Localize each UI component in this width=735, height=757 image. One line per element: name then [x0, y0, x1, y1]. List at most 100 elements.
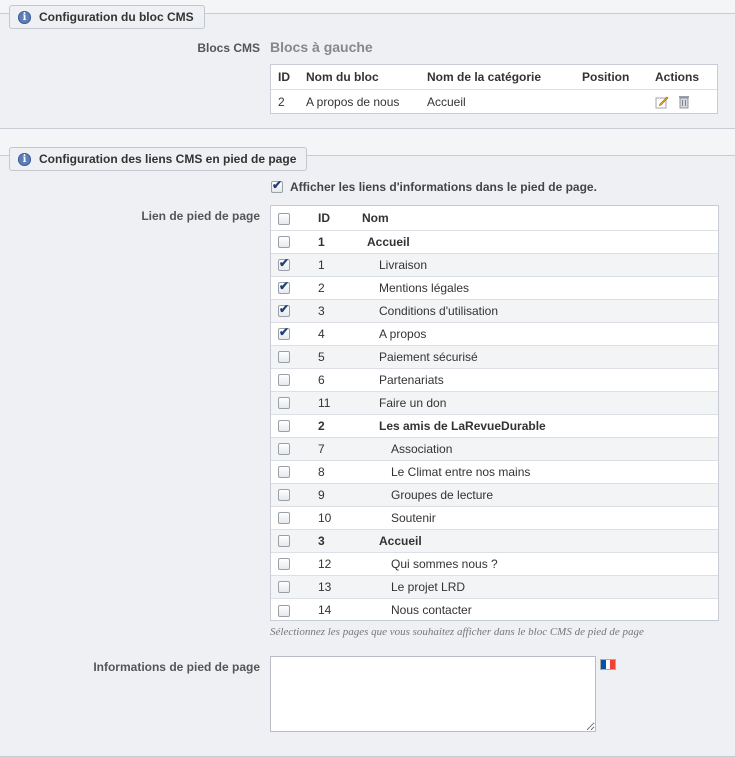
row-checkbox[interactable] — [278, 581, 290, 594]
row-id: 8 — [318, 459, 362, 483]
col-position: Position — [582, 70, 630, 84]
row-position — [582, 90, 655, 115]
row-checkbox[interactable] — [278, 397, 290, 410]
col-id: ID — [278, 70, 290, 84]
row-id: 7 — [318, 436, 362, 460]
col-block-name: Nom du bloc — [306, 70, 379, 84]
row-name: Soutenir — [362, 505, 718, 529]
table-row: 1 Accueil — [271, 229, 718, 253]
row-checkbox[interactable] — [278, 489, 290, 502]
table-row: 3 Accueil — [271, 528, 718, 552]
table-header-row: ID Nom — [271, 206, 718, 230]
row-checkbox-cell — [271, 413, 318, 437]
row-id: 14 — [318, 597, 362, 620]
row-name: Nous contacter — [362, 597, 718, 620]
blocs-gauche-heading: Blocs à gauche — [270, 39, 373, 55]
delete-icon[interactable] — [678, 95, 692, 109]
row-checkbox-cell — [271, 367, 318, 391]
table-row: 13 Le projet LRD — [271, 574, 718, 598]
row-id: 1 — [318, 252, 362, 276]
table-row: 10 Soutenir — [271, 505, 718, 529]
row-checkbox-cell — [271, 252, 318, 276]
blocs-cms-label: Blocs CMS — [197, 41, 260, 55]
footer-info-textarea[interactable] — [270, 656, 596, 732]
row-name: Qui sommes nous ? — [362, 551, 718, 575]
info-icon: i — [18, 10, 31, 24]
row-actions — [655, 90, 717, 115]
row-name: Partenariats — [362, 367, 718, 391]
row-checkbox[interactable] — [278, 558, 290, 571]
flag-stripe-red — [610, 660, 616, 669]
col-category-name: Nom de la catégorie — [427, 70, 542, 84]
table-row: 3Conditions d'utilisation — [271, 298, 718, 322]
row-id: 10 — [318, 505, 362, 529]
row-id: 2 — [318, 413, 362, 437]
row-checkbox-cell — [271, 436, 318, 460]
row-checkbox-cell — [271, 459, 318, 483]
edit-icon[interactable] — [655, 95, 669, 109]
language-flag-icon[interactable] — [600, 659, 616, 670]
footer-links-table: ID Nom 1Accueil1Livraison2Mentions légal… — [270, 205, 719, 621]
row-checkbox-cell — [271, 528, 318, 552]
table-row: 2Mentions légales — [271, 275, 718, 299]
section-title: Configuration des liens CMS en pied de p… — [39, 152, 297, 166]
row-checkbox[interactable] — [278, 466, 290, 479]
table-header-row: ID Nom du bloc Nom de la catégorie Posit… — [271, 65, 717, 90]
footer-link-label: Lien de pied de page — [141, 209, 260, 223]
row-checkbox[interactable] — [278, 236, 290, 249]
row-id: 9 — [318, 482, 362, 506]
row-checkbox[interactable] — [278, 604, 290, 617]
row-name: Groupes de lecture — [362, 482, 718, 506]
row-name: Les amis de LaRevueDurable — [362, 413, 718, 437]
cms-block-config-section: i Configuration du bloc CMS Blocs CMS Bl… — [0, 5, 735, 129]
row-checkbox[interactable] — [278, 512, 290, 525]
row-name: Le projet LRD — [362, 574, 718, 598]
row-checkbox[interactable] — [278, 256, 290, 272]
row-id: 13 — [318, 574, 362, 598]
row-checkbox-cell — [271, 390, 318, 414]
row-category: Accueil — [427, 95, 466, 109]
row-checkbox-cell — [271, 574, 318, 598]
show-links-option[interactable]: Afficher les liens d'informations dans l… — [271, 178, 597, 194]
row-id: 5 — [318, 344, 362, 368]
row-id: 2 — [278, 95, 285, 109]
row-name: A propos — [362, 321, 718, 345]
row-id: 11 — [318, 390, 362, 414]
row-checkbox-cell — [271, 482, 318, 506]
footer-info-label: Informations de pied de page — [93, 660, 260, 674]
cms-block-config-legend: i Configuration du bloc CMS — [9, 5, 205, 29]
row-checkbox-cell — [271, 505, 318, 529]
cms-block-table: ID Nom du bloc Nom de la catégorie Posit… — [270, 64, 718, 114]
row-checkbox[interactable] — [278, 535, 290, 548]
row-id: 1 — [318, 229, 362, 253]
row-checkbox[interactable] — [278, 420, 290, 433]
row-id: 2 — [318, 275, 362, 299]
row-checkbox[interactable] — [278, 279, 290, 295]
row-checkbox[interactable] — [278, 443, 290, 456]
row-name: Association — [362, 436, 718, 460]
table-row: 9 Groupes de lecture — [271, 482, 718, 506]
row-checkbox[interactable] — [278, 325, 290, 341]
table-row: 14 Nous contacter — [271, 597, 718, 620]
row-name: Faire un don — [362, 390, 718, 414]
row-checkbox-cell — [271, 321, 318, 345]
row-checkbox-cell — [271, 275, 318, 299]
row-checkbox-cell — [271, 597, 318, 620]
cms-footer-links-section: i Configuration des liens CMS en pied de… — [0, 147, 735, 757]
row-name: Mentions légales — [362, 275, 718, 299]
row-checkbox[interactable] — [278, 374, 290, 387]
row-name: Paiement sécurisé — [362, 344, 718, 368]
row-checkbox[interactable] — [278, 351, 290, 364]
show-links-label: Afficher les liens d'informations dans l… — [290, 180, 597, 194]
row-id: 4 — [318, 321, 362, 345]
select-all-checkbox[interactable] — [278, 212, 290, 225]
row-checkbox[interactable] — [278, 302, 290, 318]
table-row: 5 Paiement sécurisé — [271, 344, 718, 368]
table-row: 6 Partenariats — [271, 367, 718, 391]
col-name: Nom — [362, 210, 389, 225]
show-links-checkbox[interactable] — [271, 178, 283, 193]
row-checkbox-cell — [271, 298, 318, 322]
table-row: 4A propos — [271, 321, 718, 345]
table-row: 11 Faire un don — [271, 390, 718, 414]
section-title: Configuration du bloc CMS — [39, 10, 194, 24]
